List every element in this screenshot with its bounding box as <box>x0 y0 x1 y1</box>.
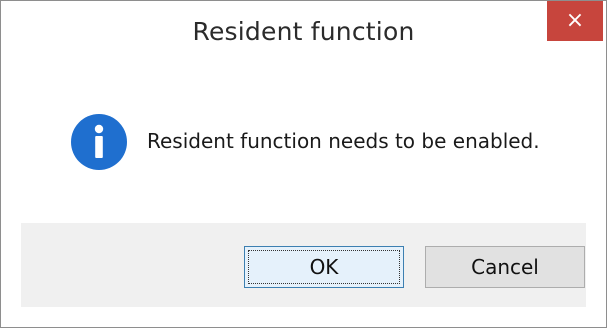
ok-button[interactable]: OK <box>244 246 404 288</box>
close-button[interactable]: × <box>547 1 603 41</box>
dialog-footer: OK Cancel <box>21 223 586 307</box>
dialog-window: Resident function × Resident function ne… <box>0 0 607 328</box>
dialog-content: Resident function needs to be enabled. <box>21 63 586 223</box>
dialog-title: Resident function <box>192 17 415 46</box>
cancel-button[interactable]: Cancel <box>425 246 585 288</box>
info-icon <box>71 114 127 170</box>
title-bar: Resident function × <box>1 1 606 63</box>
dialog-message: Resident function needs to be enabled. <box>147 129 540 153</box>
close-icon: × <box>565 8 585 33</box>
